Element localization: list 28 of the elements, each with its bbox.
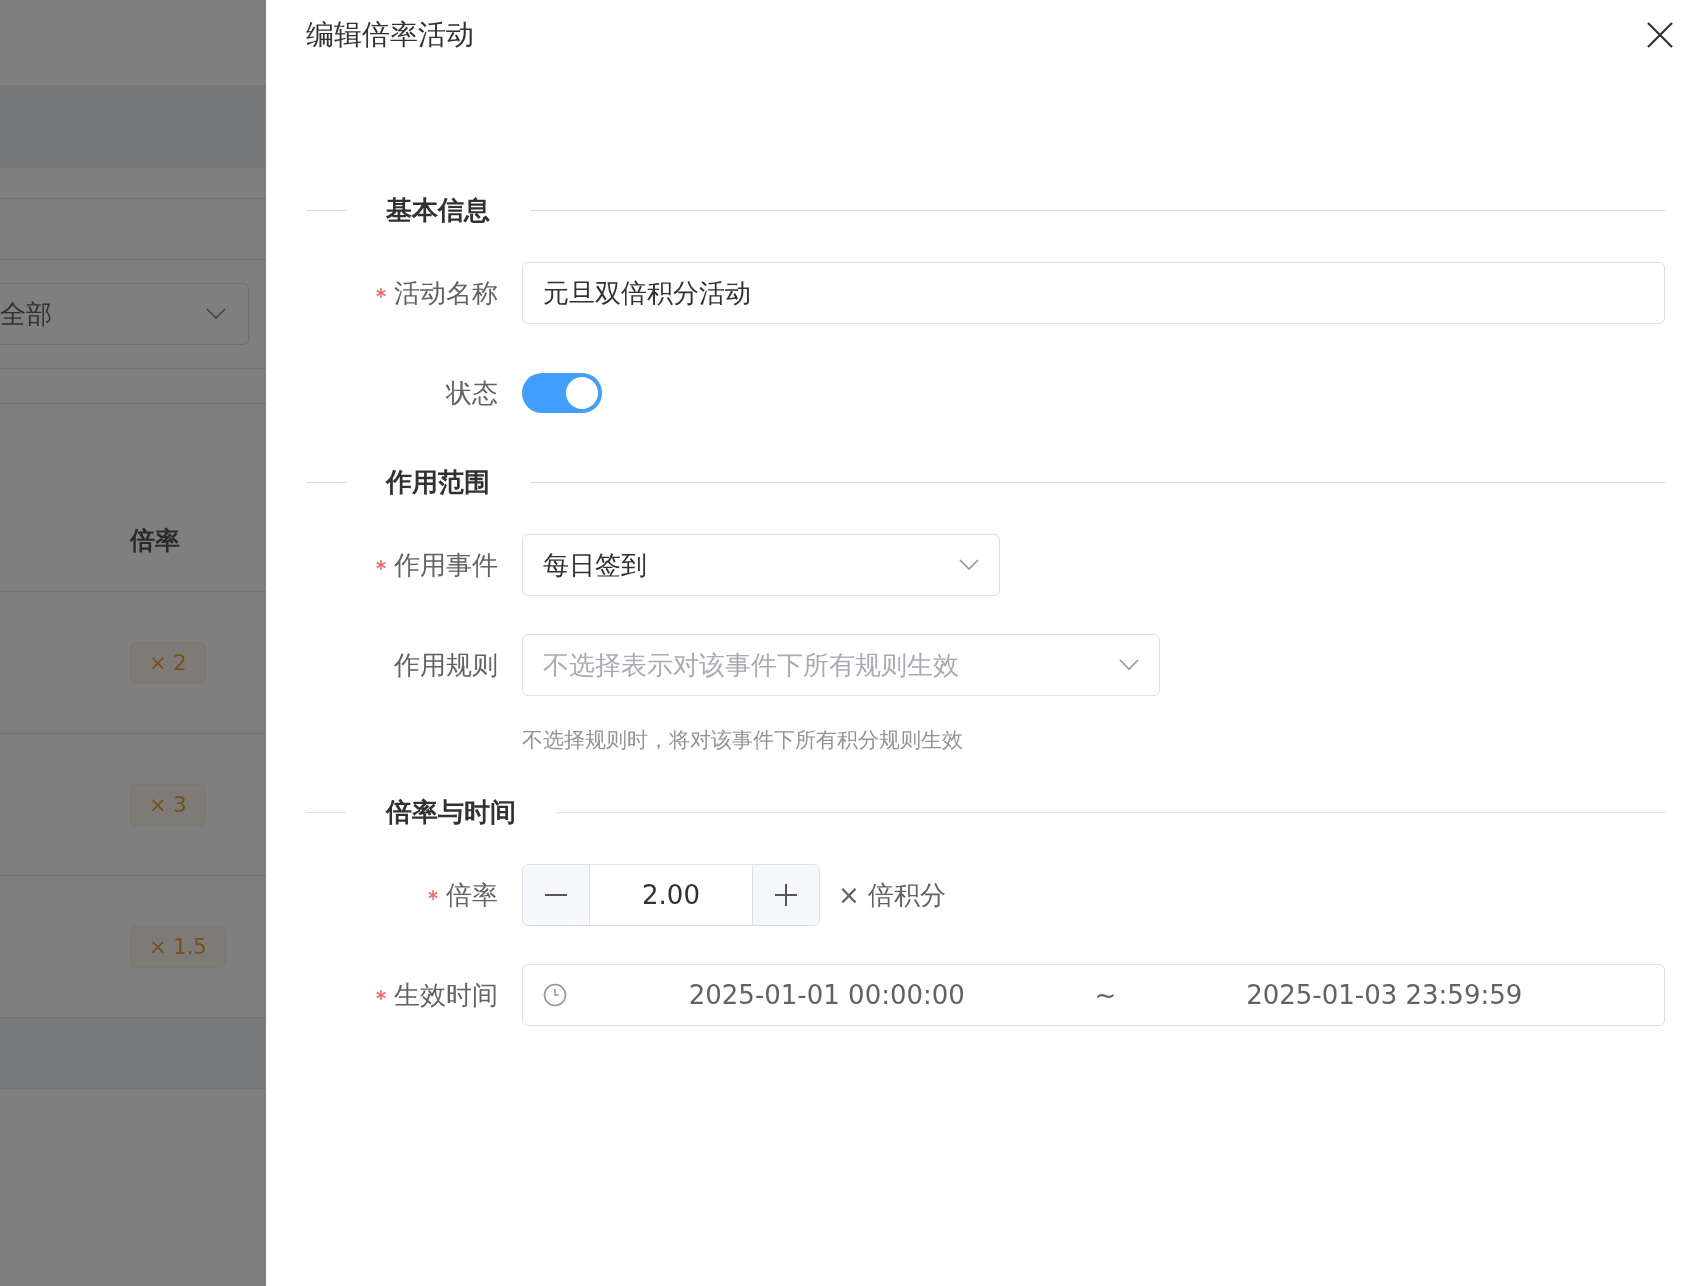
unit-label: × 倍积分	[838, 878, 947, 912]
field-label: 倍率	[446, 878, 498, 912]
field-label: 作用规则	[394, 648, 498, 682]
section-title: 基本信息	[386, 193, 490, 227]
range-separator: ~	[1093, 980, 1118, 1010]
date-range-field[interactable]: 2025-01-01 00:00:00 ~ 2025-01-03 23:59:59	[522, 964, 1665, 1026]
section-title: 作用范围	[386, 465, 490, 499]
field-label: 生效时间	[394, 978, 498, 1012]
end-date: 2025-01-03 23:59:59	[1246, 980, 1523, 1010]
clock-icon	[543, 983, 567, 1007]
status-switch[interactable]	[522, 373, 602, 413]
multiplier-tag: × 2	[130, 641, 206, 684]
section-title: 倍率与时间	[386, 795, 516, 829]
select-field[interactable]: 每日签到	[522, 534, 1000, 596]
chevron-down-icon	[1119, 659, 1139, 671]
chevron-down-icon	[206, 308, 226, 320]
field-label: 作用事件	[394, 548, 498, 582]
close-icon[interactable]	[1647, 22, 1673, 48]
column-header: 倍率	[130, 525, 180, 557]
drawer-title: 编辑倍率活动	[306, 17, 474, 53]
help-text: 不选择规则时，将对该事件下所有积分规则生效	[522, 727, 964, 754]
field-label: 活动名称	[394, 276, 498, 310]
multiplier-tag: × 1.5	[130, 925, 226, 968]
start-date: 2025-01-01 00:00:00	[688, 980, 965, 1010]
multiplier-tag: × 3	[130, 783, 206, 826]
chevron-down-icon	[959, 559, 979, 571]
field-label: 状态	[446, 376, 498, 410]
name-input[interactable]: 元旦双倍积分活动	[522, 262, 1665, 324]
